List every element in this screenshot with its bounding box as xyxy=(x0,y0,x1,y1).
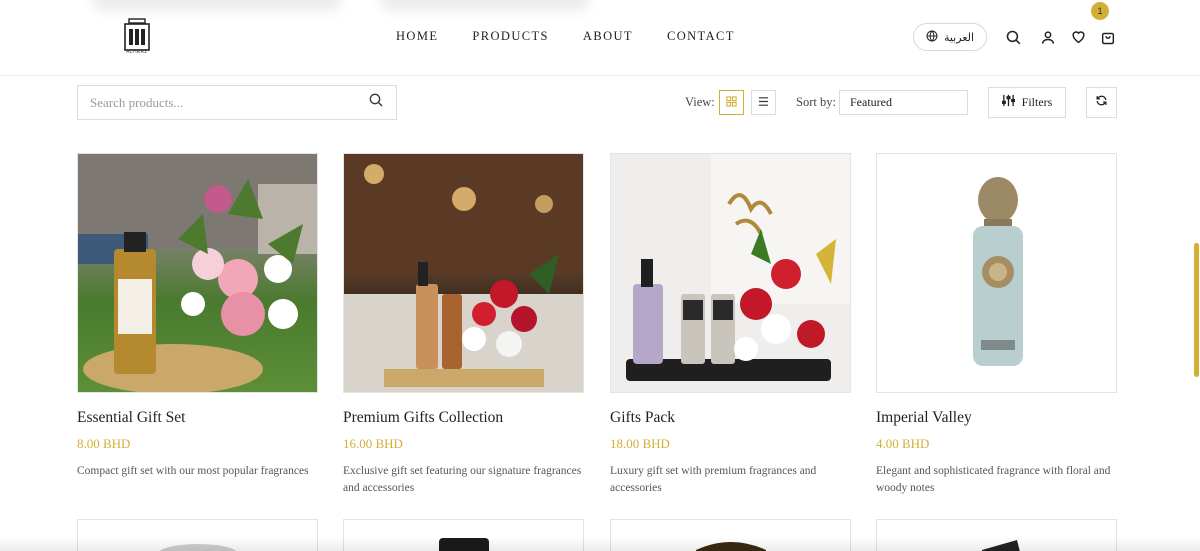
product-title[interactable]: Premium Gifts Collection xyxy=(343,409,584,427)
product-title[interactable]: Imperial Valley xyxy=(876,409,1117,427)
list-icon xyxy=(758,94,769,112)
search-icon[interactable] xyxy=(368,92,384,113)
list-view-button[interactable] xyxy=(751,90,776,115)
cart-bag-icon[interactable] xyxy=(1098,27,1118,47)
search-icon[interactable] xyxy=(1003,27,1023,47)
filters-button[interactable]: Filters xyxy=(988,87,1066,118)
product-price: 4.00 BHD xyxy=(876,436,930,451)
product-card[interactable]: Essential Gift Set 8.00 BHD Compact gift… xyxy=(77,153,318,480)
account-icon[interactable] xyxy=(1038,27,1058,47)
product-description: Elegant and sophisticated fragrance with… xyxy=(876,465,1111,494)
product-card[interactable]: Gifts Pack 18.00 BHD Luxury gift set wit… xyxy=(610,153,851,497)
nav-home[interactable]: HOME xyxy=(396,29,438,44)
sliders-icon xyxy=(1001,94,1015,111)
search-input[interactable] xyxy=(90,94,368,111)
product-image[interactable] xyxy=(876,153,1117,393)
sort-select[interactable]: Featured xyxy=(839,90,968,115)
product-price: 18.00 BHD xyxy=(610,436,670,451)
grid-view-button[interactable] xyxy=(719,90,744,115)
header-shadow-decoration xyxy=(92,0,342,10)
filters-label: Filters xyxy=(1021,95,1053,109)
brand-name: ALHERZ xyxy=(126,49,148,55)
sort-selected-value: Featured xyxy=(850,95,892,109)
product-image[interactable] xyxy=(77,153,318,393)
product-description: Compact gift set with our most popular f… xyxy=(77,465,309,477)
globe-icon xyxy=(926,30,938,45)
product-title[interactable]: Gifts Pack xyxy=(610,409,851,427)
refresh-icon xyxy=(1095,94,1108,112)
product-price: 16.00 BHD xyxy=(343,436,403,451)
product-image[interactable] xyxy=(610,153,851,393)
nav-products[interactable]: PRODUCTS xyxy=(472,29,549,44)
product-card[interactable]: Imperial Valley 4.00 BHD Elegant and sop… xyxy=(876,153,1117,497)
sort-label: Sort by: xyxy=(796,95,836,109)
nav-contact[interactable]: CONTACT xyxy=(667,29,735,44)
main-nav: HOME PRODUCTS ABOUT CONTACT xyxy=(396,29,735,44)
header-shadow-decoration xyxy=(380,0,590,10)
refresh-button[interactable] xyxy=(1086,87,1117,118)
product-search-box xyxy=(77,85,397,120)
bottom-fade xyxy=(0,537,1200,551)
grid-icon xyxy=(726,94,737,112)
product-price: 8.00 BHD xyxy=(77,436,131,451)
product-description: Luxury gift set with premium fragrances … xyxy=(610,465,817,494)
view-label: View: xyxy=(685,95,715,109)
site-header: ALHERZ HOME PRODUCTS ABOUT CONTACT العرب… xyxy=(0,0,1200,76)
cart-count-badge: 1 xyxy=(1091,2,1109,20)
product-description: Exclusive gift set featuring our signatu… xyxy=(343,465,582,494)
product-image[interactable] xyxy=(343,153,584,393)
product-title[interactable]: Essential Gift Set xyxy=(77,409,318,427)
language-switch-button[interactable]: العربية xyxy=(913,23,987,51)
scrollbar-thumb[interactable] xyxy=(1194,243,1199,377)
language-label: العربية xyxy=(943,30,975,44)
nav-about[interactable]: ABOUT xyxy=(583,29,633,44)
product-card[interactable]: Premium Gifts Collection 16.00 BHD Exclu… xyxy=(343,153,584,497)
wishlist-heart-icon[interactable] xyxy=(1068,27,1088,47)
